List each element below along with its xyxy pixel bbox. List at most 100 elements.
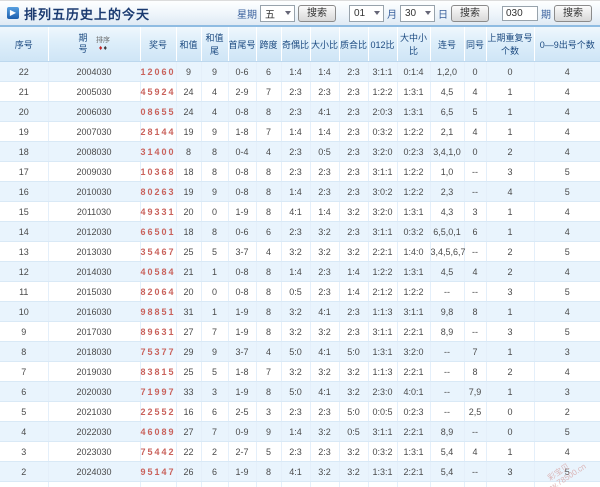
table-cell: --	[464, 321, 487, 342]
table-cell: 2009030	[48, 161, 141, 182]
date-search-button[interactable]: 搜索	[451, 4, 489, 22]
table-cell: 4:1	[310, 381, 340, 402]
table-cell: --	[464, 181, 487, 202]
table-row: 10 2016030 98851 31 1 1-9 8 3:2 4:1 2:3 1:1:3 3:1:1…	[0, 301, 600, 322]
table-cell: 5,4	[430, 441, 465, 462]
table-cell: 7	[201, 321, 229, 342]
table-cell: --	[464, 161, 487, 182]
table-cell: 4	[256, 241, 282, 262]
table-cell: 1:4	[339, 261, 369, 282]
table-cell: 2:3	[310, 261, 340, 282]
prize-number-cell: 89631	[140, 321, 177, 342]
table-cell: 3	[486, 281, 535, 302]
table-cell: 9	[256, 421, 282, 442]
table-cell: 3	[486, 321, 535, 342]
column-header: 奖号	[140, 27, 177, 62]
table-row: 5 2021030 22552 16 6 2-5 3 2:3 2:3 5:0 0:0:5 0:2:3-…	[0, 401, 600, 422]
table-cell: 1:2:2	[397, 161, 431, 182]
table-cell: 5:0	[339, 341, 369, 362]
sort-desc-icon[interactable]: ♦	[104, 45, 108, 52]
table-cell: 2025030	[48, 481, 141, 487]
month-select[interactable]: 01	[349, 4, 384, 22]
table-cell: 5	[534, 421, 600, 442]
chevron-down-icon	[425, 11, 431, 15]
table-cell: 4:1	[310, 101, 340, 122]
table-cell: 1:4:0	[397, 241, 431, 262]
table-cell: 1:4	[339, 281, 369, 302]
table-cell: 5:0	[281, 381, 311, 402]
table-cell: 1	[486, 201, 535, 222]
table-cell: 33	[176, 381, 202, 402]
table-cell: 20	[0, 101, 49, 122]
table-row: 7 2019030 83815 25 5 1-8 7 3:2 3:2 3:2 1:1:3 2:2:1-…	[0, 361, 600, 382]
table-row: 16 2010030 80263 19 9 0-8 8 1:4 2:3 2:3 3:0:2 1:2:2…	[0, 181, 600, 202]
table-cell: --	[430, 281, 465, 302]
table-cell: 3:2	[339, 461, 369, 482]
table-cell: 4	[464, 261, 487, 282]
table-cell: 2:3:0	[368, 381, 398, 402]
table-cell: 2014030	[48, 261, 141, 282]
sort-asc-icon[interactable]: ♦	[99, 45, 103, 52]
table-row: 4 2022030 46089 27 7 0-9 9 1:4 3:2 0:5 3:1:1 2:2:1 8…	[0, 421, 600, 442]
weekday-select[interactable]: 五	[260, 4, 295, 22]
table-cell: 6,5,0,1	[430, 221, 465, 242]
table-cell: 1-8	[228, 121, 257, 142]
prize-number-cell: 40584	[140, 261, 177, 282]
table-row: 12025030297182771-983:23:23:21:2:23:0:22…	[0, 481, 600, 487]
table-cell: 5	[534, 161, 600, 182]
table-cell: 0	[464, 141, 487, 162]
table-cell: 1:3:1	[397, 81, 431, 102]
column-header: 质合比	[339, 27, 369, 62]
table-cell: 0:5	[310, 141, 340, 162]
search-controls: 星期 五 搜索 01 月 30 日 搜索 030 期 搜索	[224, 4, 592, 22]
table-cell: 2	[0, 461, 49, 482]
issue-input[interactable]	[502, 5, 538, 21]
table-cell: 2:2:1	[397, 421, 431, 442]
table-row: 6 2020030 71997 33 3 1-9 8 5:0 4:1 3:2 2:3:0 4:0:1-…	[0, 381, 600, 402]
issue-search-group: 期 搜索	[502, 4, 592, 22]
table-cell: 1:4	[310, 201, 340, 222]
table-cell: 5	[464, 101, 487, 122]
table-cell: 1	[486, 221, 535, 242]
table-cell: 3	[0, 441, 49, 462]
table-cell: 8	[464, 361, 487, 382]
table-cell: 3,4,1,0	[430, 141, 465, 162]
weekday-search-button[interactable]: 搜索	[298, 4, 336, 22]
table-cell: 6	[256, 61, 282, 82]
table-cell: 4,5	[430, 81, 465, 102]
table-cell: 5	[534, 461, 600, 482]
table-cell: 5	[534, 181, 600, 202]
table-cell: 8	[256, 321, 282, 342]
table-cell: 1	[0, 481, 49, 487]
table-cell: 1:3:1	[368, 341, 398, 362]
table-cell: 2:3	[281, 101, 311, 122]
table-cell: 4	[534, 141, 600, 162]
table-cell: 3:2	[339, 201, 369, 222]
table-cell: 4	[534, 81, 600, 102]
table-cell: 8	[464, 301, 487, 322]
issue-search-button[interactable]: 搜索	[554, 4, 592, 22]
table-cell: 2005030	[48, 81, 141, 102]
table-cell: --	[464, 421, 487, 442]
table-cell: 2	[201, 441, 229, 462]
table-cell: 5	[534, 281, 600, 302]
table-cell: 0-8	[228, 161, 257, 182]
table-cell: 4	[534, 61, 600, 82]
table-cell: 3:2	[339, 361, 369, 382]
table-cell: 3	[486, 161, 535, 182]
table-cell: 7,9	[464, 381, 487, 402]
day-select[interactable]: 30	[400, 4, 435, 22]
table-cell: 2	[486, 141, 535, 162]
table-cell: 3:2	[310, 481, 340, 487]
table-cell: 25	[176, 241, 202, 262]
table-cell: 1	[486, 121, 535, 142]
table-cell: 0	[486, 401, 535, 422]
table-cell: 1:2:2	[368, 81, 398, 102]
table-cell: 0-8	[228, 181, 257, 202]
prize-number-cell: 28144	[140, 121, 177, 142]
table-cell: 3:2	[310, 241, 340, 262]
table-cell: 2:3	[339, 161, 369, 182]
table-cell: 2,1	[430, 121, 465, 142]
table-cell: 9	[0, 321, 49, 342]
table-cell: 26	[176, 461, 202, 482]
